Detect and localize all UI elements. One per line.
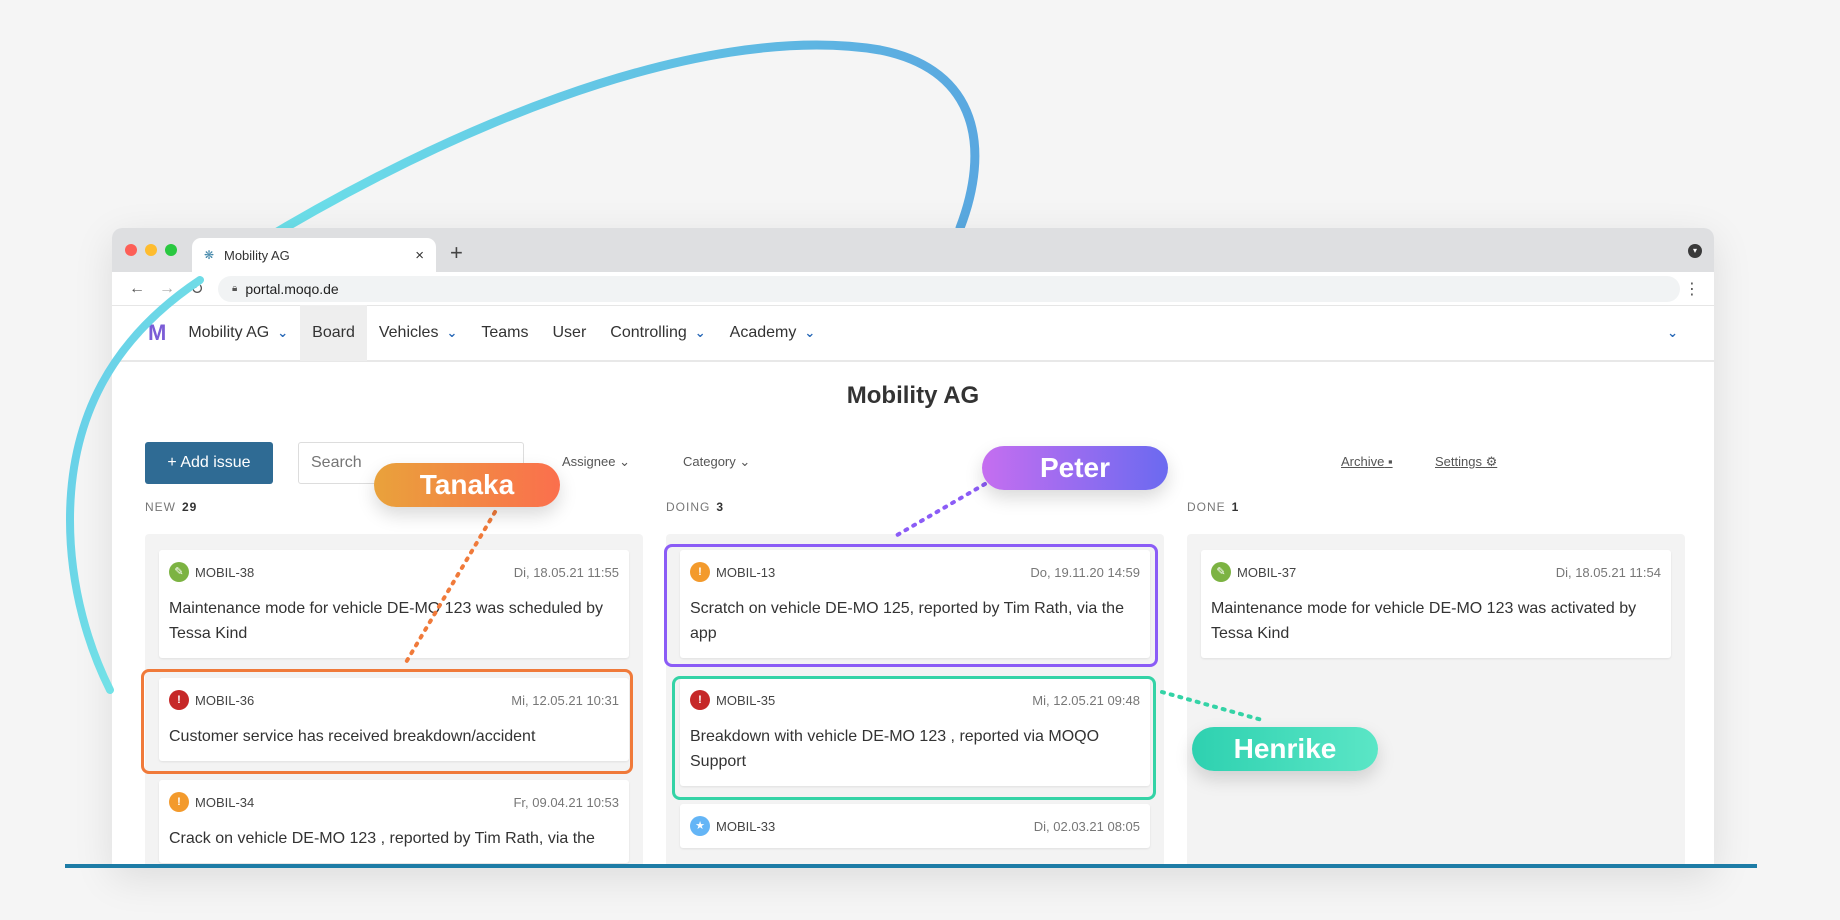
highlight-frame-henrike <box>672 676 1156 800</box>
category-filter[interactable]: Category ⌄ <box>683 454 750 470</box>
column-done: ✎ MOBIL-37 Di, 18.05.21 11:54 Maintenance … <box>1187 534 1685 868</box>
column-name: DOING <box>666 500 711 514</box>
assignee-filter[interactable]: Assignee ⌄ <box>562 454 630 470</box>
issue-id: MOBIL-37 <box>1237 564 1297 580</box>
nav-controlling[interactable]: Controlling ⌄ <box>598 305 717 361</box>
issue-card[interactable]: ✎ MOBIL-38 Di, 18.05.21 11:55 Maintenance … <box>159 550 629 658</box>
annotation-bubble-henrike: Henrike <box>1192 727 1378 771</box>
issue-text: Maintenance mode for vehicle DE-MO 123 w… <box>169 600 603 642</box>
issue-date: Fr, 09.04.21 10:53 <box>513 794 619 810</box>
url-field[interactable]: 🔒︎ portal.moqo.de <box>218 275 1680 302</box>
settings-label: Settings <box>1435 454 1482 469</box>
issue-text: Crack on vehicle DE-MO 123 , reported by… <box>169 830 595 847</box>
highlight-frame-tanaka <box>141 669 633 774</box>
column-header-new: NEW 29 <box>145 500 197 514</box>
chevron-down-icon: ⌄ <box>694 325 706 340</box>
nav-teams[interactable]: Teams <box>469 305 540 361</box>
wrench-icon: ✎ <box>169 562 189 582</box>
org-switcher[interactable]: Mobility AG ⌄ <box>176 305 300 361</box>
star-icon: ★ <box>690 816 710 836</box>
highlight-frame-peter <box>664 544 1158 667</box>
chevron-down-icon: ⌄ <box>804 325 816 340</box>
warning-icon: ! <box>169 792 189 812</box>
close-tab-icon[interactable]: × <box>415 247 424 264</box>
issue-id: MOBIL-38 <box>195 564 255 580</box>
back-icon[interactable]: ← <box>122 280 152 298</box>
issue-text: Maintenance mode for vehicle DE-MO 123 w… <box>1211 600 1637 642</box>
wrench-icon: ✎ <box>1211 562 1231 582</box>
issue-card[interactable]: ! MOBIL-34 Fr, 09.04.21 10:53 Crack on veh… <box>159 780 629 863</box>
lock-icon: 🔒︎ <box>232 283 238 294</box>
column-name: NEW <box>145 500 176 514</box>
annotation-bubble-tanaka: Tanaka <box>374 463 560 507</box>
archive-label: Archive <box>1341 454 1385 469</box>
nav-academy-label: Academy <box>729 324 797 341</box>
chevron-down-icon: ⌄ <box>277 325 289 340</box>
reload-icon[interactable]: ↻ <box>182 279 212 299</box>
archive-link[interactable]: Archive ▪ <box>1341 454 1393 469</box>
folder-icon: ▪ <box>1387 454 1393 469</box>
nav-board[interactable]: Board <box>300 305 367 361</box>
issue-id: MOBIL-33 <box>716 818 776 834</box>
org-name: Mobility AG <box>188 324 270 341</box>
settings-link[interactable]: Settings ⚙ <box>1435 454 1497 470</box>
nav-controlling-label: Controlling <box>610 324 687 341</box>
issue-date: Di, 18.05.21 11:55 <box>513 564 619 580</box>
column-count: 3 <box>716 500 725 514</box>
moqo-logo: M <box>148 320 167 345</box>
column-count: 29 <box>182 500 198 514</box>
tab-menu-icon[interactable]: ▾ <box>1688 244 1702 258</box>
assignee-label: Assignee <box>562 454 616 469</box>
tab-title: Mobility AG <box>224 247 290 263</box>
gear-icon: ⚙ <box>1485 454 1498 469</box>
forward-icon[interactable]: → <box>152 280 182 298</box>
page-title: Mobility AG <box>846 382 980 409</box>
add-issue-button[interactable]: + Add issue <box>145 442 273 484</box>
nav-vehicles-label: Vehicles <box>378 324 439 341</box>
chevron-down-icon: ⌄ <box>446 325 458 340</box>
nav-user[interactable]: User <box>540 305 598 361</box>
category-label: Category <box>683 454 736 469</box>
issue-card[interactable]: ✎ MOBIL-37 Di, 18.05.21 11:54 Maintenance … <box>1201 550 1671 658</box>
issue-date: Di, 02.03.21 08:05 <box>1033 818 1140 834</box>
nav-vehicles[interactable]: Vehicles ⌄ <box>367 305 470 361</box>
annotation-bubble-peter: Peter <box>982 446 1168 490</box>
issue-card[interactable]: ★ MOBIL-33 Di, 02.03.21 08:05 <box>680 804 1150 848</box>
new-tab-icon[interactable]: + <box>450 240 463 266</box>
nav-academy[interactable]: Academy ⌄ <box>718 305 828 361</box>
issue-date: Di, 18.05.21 11:54 <box>1555 564 1661 580</box>
favicon-icon: ❋ <box>204 248 215 262</box>
minimize-window-button[interactable] <box>145 244 157 256</box>
column-name: DONE <box>1187 500 1226 514</box>
browser-tabbar: ❋ Mobility AG × + ▾ <box>112 228 1714 272</box>
maximize-window-button[interactable] <box>165 244 177 256</box>
column-header-done: DONE 1 <box>1187 500 1239 514</box>
issue-id: MOBIL-34 <box>195 794 255 810</box>
browser-tab[interactable]: ❋ Mobility AG × <box>192 238 436 272</box>
column-header-doing: DOING 3 <box>666 500 724 514</box>
browser-menu-icon[interactable]: ⋮ <box>1680 279 1704 299</box>
url-text: portal.moqo.de <box>245 280 339 297</box>
app-navbar: M Mobility AG ⌄ Board Vehicles ⌄ Teams U… <box>112 305 1714 362</box>
user-menu-chevron-icon[interactable]: ⌄ <box>1667 325 1678 341</box>
close-window-button[interactable] <box>125 244 137 256</box>
divider-line <box>65 864 1757 868</box>
column-count: 1 <box>1231 500 1240 514</box>
address-bar: ← → ↻ 🔒︎ portal.moqo.de ⋮ <box>112 272 1714 306</box>
